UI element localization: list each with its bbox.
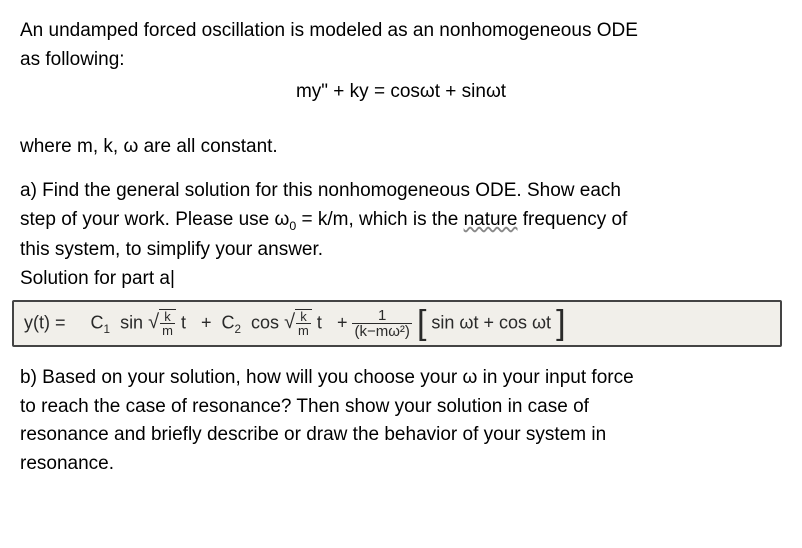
- hw-t-2: t: [317, 312, 322, 332]
- hw-frac-num-2: k: [296, 310, 311, 324]
- hw-divisor: (k−mω²): [352, 324, 411, 339]
- solution-label: Solution for part a: [20, 266, 782, 293]
- hw-plus-2: +: [337, 312, 348, 332]
- bracket-right-icon: ]: [556, 310, 565, 337]
- hw-t-1: t: [181, 312, 186, 332]
- part-a-l2-post: frequency of: [517, 209, 627, 230]
- where-line: where m, k, ω are all constant.: [20, 134, 782, 161]
- hw-plus-1: +: [201, 312, 212, 332]
- nature-underlined: nature: [464, 209, 518, 230]
- intro-line-1: An undamped forced oscillation is modele…: [20, 18, 782, 45]
- hw-c2-sub: 2: [235, 323, 242, 336]
- part-a-l2-pre: step of your work. Please use ω: [20, 209, 289, 230]
- hw-sqrt-1: km: [148, 308, 176, 338]
- hw-sqrt-2: km: [284, 308, 312, 338]
- part-a-line-2: step of your work. Please use ω0 = k/m, …: [20, 207, 782, 235]
- part-b-line-1: b) Based on your solution, how will you …: [20, 365, 782, 392]
- part-b-line-3: resonance and briefly describe or draw t…: [20, 422, 782, 449]
- part-b-line-4: resonance.: [20, 451, 782, 478]
- hw-lhs: y(t) =: [24, 312, 66, 332]
- bracket-left-icon: [: [417, 310, 426, 337]
- hw-sin-1: sin: [120, 312, 143, 332]
- hw-coef-frac: 1 (k−mω²): [352, 308, 411, 339]
- hw-frac-num-1: k: [160, 310, 175, 324]
- hw-cos-1: cos: [251, 312, 279, 332]
- main-equation: my" + ky = cosωt + sinωt: [20, 79, 782, 106]
- hw-frac-den-2: m: [296, 324, 311, 337]
- hw-one: 1: [352, 308, 411, 324]
- part-b-line-2: to reach the case of resonance? Then sho…: [20, 394, 782, 421]
- hw-c1-sub: 1: [104, 323, 111, 336]
- hw-bracket-term: sin ωt + cos ωt: [431, 312, 551, 332]
- hw-c1: C: [91, 312, 104, 332]
- intro-line-2: as following:: [20, 47, 782, 74]
- handwritten-solution: y(t) = C1 sin km t + C2 cos km t + 1 (k−…: [12, 300, 782, 347]
- hw-frac-den-1: m: [160, 324, 175, 337]
- hw-c2: C: [222, 312, 235, 332]
- part-a-l2-mid: = k/m, which is the: [296, 209, 463, 230]
- part-a-line-3: this system, to simplify your answer.: [20, 237, 782, 264]
- part-a-line-1: a) Find the general solution for this no…: [20, 178, 782, 205]
